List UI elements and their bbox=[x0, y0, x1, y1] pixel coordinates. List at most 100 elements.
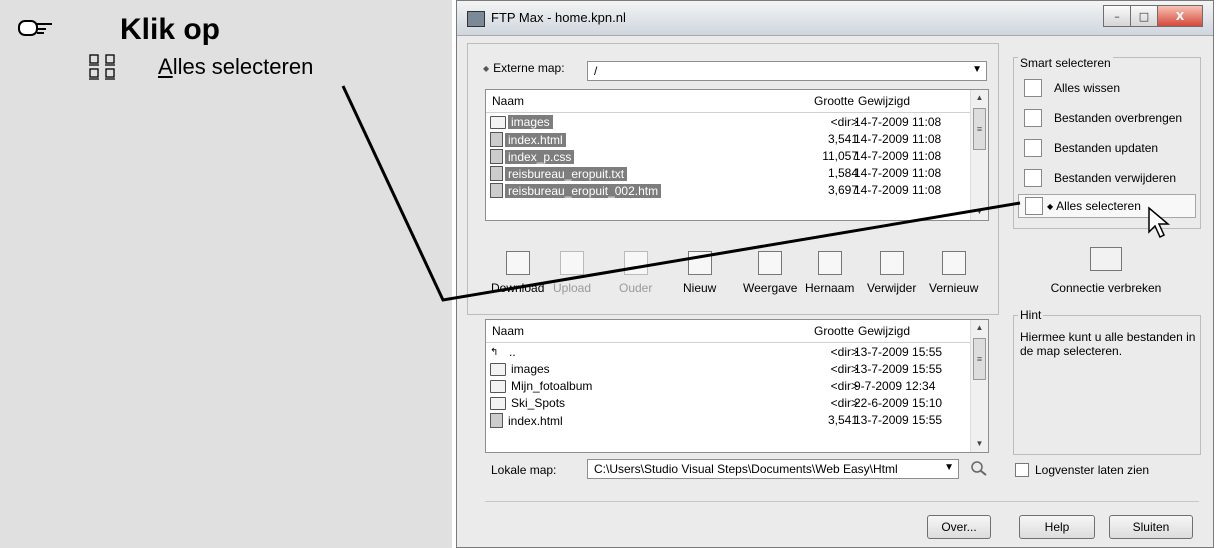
scroll-down-icon[interactable]: ▼ bbox=[971, 204, 988, 220]
network-icon bbox=[1090, 247, 1122, 271]
file-row[interactable]: images <dir> 13-7-2009 15:55 bbox=[486, 361, 970, 378]
file-date-cell: 14-7-2009 11:08 bbox=[854, 149, 942, 163]
remote-list-header: Naam Grootte Gewijzigd bbox=[486, 90, 970, 113]
column-modified-header[interactable]: Gewijzigd bbox=[858, 324, 910, 338]
maximize-button[interactable]: □ bbox=[1130, 5, 1158, 27]
delete-button[interactable]: Verwijder bbox=[867, 251, 916, 295]
file-name-cell: reisbureau_eropuit_002.htm bbox=[490, 183, 662, 198]
scroll-thumb[interactable]: ≡ bbox=[973, 338, 986, 380]
file-name-cell: images bbox=[490, 115, 553, 129]
local-list-header: Naam Grootte Gewijzigd bbox=[486, 320, 970, 343]
disconnect-button[interactable]: Connectie verbreken bbox=[1013, 247, 1199, 295]
parent-button[interactable]: Ouder bbox=[619, 251, 652, 295]
file-row[interactable]: Ski_Spots <dir> 22-6-2009 15:10 bbox=[486, 395, 970, 412]
mouse-cursor-icon bbox=[1148, 206, 1171, 239]
chevron-down-icon[interactable]: ▼ bbox=[972, 64, 982, 75]
external-map-row: ◆ Externe map: bbox=[483, 61, 565, 75]
html-file-icon bbox=[490, 413, 503, 428]
folder-icon bbox=[490, 396, 506, 410]
close-button[interactable]: Sluiten bbox=[1109, 515, 1193, 539]
file-row[interactable]: reisbureau_eropuit_002.htm 3,697 14-7-2009… bbox=[486, 182, 970, 199]
folder-icon bbox=[490, 362, 506, 376]
file-date-cell: 14-7-2009 11:08 bbox=[854, 166, 942, 180]
instruction-heading: Klik op bbox=[120, 13, 221, 46]
external-map-value: / bbox=[594, 64, 598, 78]
column-name-header[interactable]: Naam bbox=[492, 94, 524, 108]
folder-icon bbox=[490, 379, 506, 393]
upload-button[interactable]: Upload bbox=[553, 251, 591, 295]
file-icon bbox=[490, 166, 503, 181]
column-modified-header[interactable]: Gewijzigd bbox=[858, 94, 910, 108]
external-map-combo[interactable]: / ▼ bbox=[587, 61, 987, 81]
column-name-header[interactable]: Naam bbox=[492, 324, 524, 338]
file-row[interactable]: reisbureau_eropuit.txt 1,584 14-7-2009 11:… bbox=[486, 165, 970, 182]
bullet-icon: ◆ bbox=[1047, 201, 1054, 211]
file-date-cell: 22-6-2009 15:10 bbox=[854, 396, 943, 410]
file-name-cell: Mijn_fotoalbum bbox=[490, 379, 595, 393]
file-row[interactable]: images <dir> 14-7-2009 11:08 bbox=[486, 114, 970, 131]
html-file-icon bbox=[490, 183, 503, 198]
hint-text: Hiermee kunt u alle bestanden in de map … bbox=[1020, 330, 1196, 358]
new-button[interactable]: Nieuw bbox=[683, 251, 716, 295]
window-title: FTP Max - home.kpn.nl bbox=[491, 10, 626, 25]
refresh-button[interactable]: Vernieuw bbox=[929, 251, 978, 295]
select-all-icon bbox=[1025, 197, 1043, 215]
file-row[interactable]: ↰.. <dir> 13-7-2009 15:55 bbox=[486, 344, 970, 361]
parent-folder-icon bbox=[623, 251, 648, 275]
view-icon bbox=[758, 251, 783, 275]
local-list-scrollbar[interactable]: ▲ ≡ ▼ bbox=[970, 320, 988, 452]
chevron-down-icon[interactable]: ▼ bbox=[944, 462, 954, 473]
file-row[interactable]: index.html 3,541 13-7-2009 15:55 bbox=[486, 412, 970, 429]
file-row[interactable]: index.html 3,541 14-7-2009 11:08 bbox=[486, 131, 970, 148]
file-name-cell: Ski_Spots bbox=[490, 396, 568, 410]
log-window-checkbox[interactable]: Logvenster laten zien bbox=[1015, 463, 1149, 477]
minimize-button[interactable]: – bbox=[1103, 5, 1131, 27]
upload-icon bbox=[560, 251, 585, 275]
file-icon bbox=[490, 149, 503, 164]
download-button[interactable]: Download bbox=[491, 251, 544, 295]
bullet-icon: ◆ bbox=[483, 63, 490, 73]
instruction-step: Alles selecteren bbox=[88, 52, 313, 82]
local-file-list[interactable]: Naam Grootte Gewijzigd ↰.. <dir> 13-7-2009… bbox=[485, 319, 989, 453]
file-row[interactable]: Mijn_fotoalbum <dir> 9-7-2009 12:34 bbox=[486, 378, 970, 395]
file-name-cell: index.html bbox=[490, 132, 566, 147]
remote-file-list[interactable]: Naam Grootte Gewijzigd images <dir> 14-7-2… bbox=[485, 89, 989, 221]
view-button[interactable]: Weergave bbox=[743, 251, 797, 295]
close-window-button[interactable]: X bbox=[1157, 5, 1203, 27]
file-date-cell: 14-7-2009 11:08 bbox=[854, 183, 942, 197]
divider bbox=[485, 501, 1199, 502]
column-size-header[interactable]: Grootte bbox=[814, 324, 854, 338]
file-row[interactable]: index_p.css 11,057 14-7-2009 11:08 bbox=[486, 148, 970, 165]
file-date-cell: 14-7-2009 11:08 bbox=[854, 132, 942, 146]
about-button[interactable]: Over... bbox=[927, 515, 991, 539]
scroll-up-icon[interactable]: ▲ bbox=[971, 90, 988, 106]
remote-list-scrollbar[interactable]: ▲ ≡ ▼ bbox=[970, 90, 988, 220]
rename-button[interactable]: Hernaam bbox=[805, 251, 854, 295]
delete-files-item[interactable]: Bestanden verwijderen bbox=[1024, 166, 1176, 190]
browse-folder-icon[interactable] bbox=[969, 459, 989, 477]
external-map-label: Externe map: bbox=[493, 61, 565, 75]
rename-icon bbox=[817, 251, 842, 275]
title-bar[interactable]: FTP Max - home.kpn.nl – □ X bbox=[457, 1, 1213, 36]
update-files-item[interactable]: Bestanden updaten bbox=[1024, 136, 1158, 160]
column-size-header[interactable]: Grootte bbox=[814, 94, 854, 108]
instruction-action-label: Alles selecteren bbox=[158, 54, 314, 79]
transfer-files-item[interactable]: Bestanden overbrengen bbox=[1024, 106, 1182, 130]
pointing-hand-icon bbox=[18, 20, 52, 36]
help-button[interactable]: Help bbox=[1019, 515, 1095, 539]
transfer-icon bbox=[1024, 109, 1042, 127]
scroll-thumb[interactable]: ≡ bbox=[973, 108, 986, 150]
local-map-combo[interactable]: C:\Users\Studio Visual Steps\Documents\W… bbox=[587, 459, 959, 479]
file-name-cell: ↰.. bbox=[490, 345, 516, 359]
app-icon bbox=[467, 11, 485, 27]
scroll-down-icon[interactable]: ▼ bbox=[971, 436, 988, 452]
scroll-up-icon[interactable]: ▲ bbox=[971, 320, 988, 336]
checkbox-box[interactable] bbox=[1015, 463, 1029, 477]
file-name-cell: reisbureau_eropuit.txt bbox=[490, 166, 628, 181]
update-icon bbox=[1024, 139, 1042, 157]
select-all-icon bbox=[89, 54, 115, 80]
clear-all-item[interactable]: Alles wissen bbox=[1024, 76, 1120, 100]
delete-icon bbox=[879, 251, 904, 275]
delete-x-icon bbox=[1024, 169, 1042, 187]
instruction-panel: Klik op Alles selecteren bbox=[0, 0, 452, 548]
